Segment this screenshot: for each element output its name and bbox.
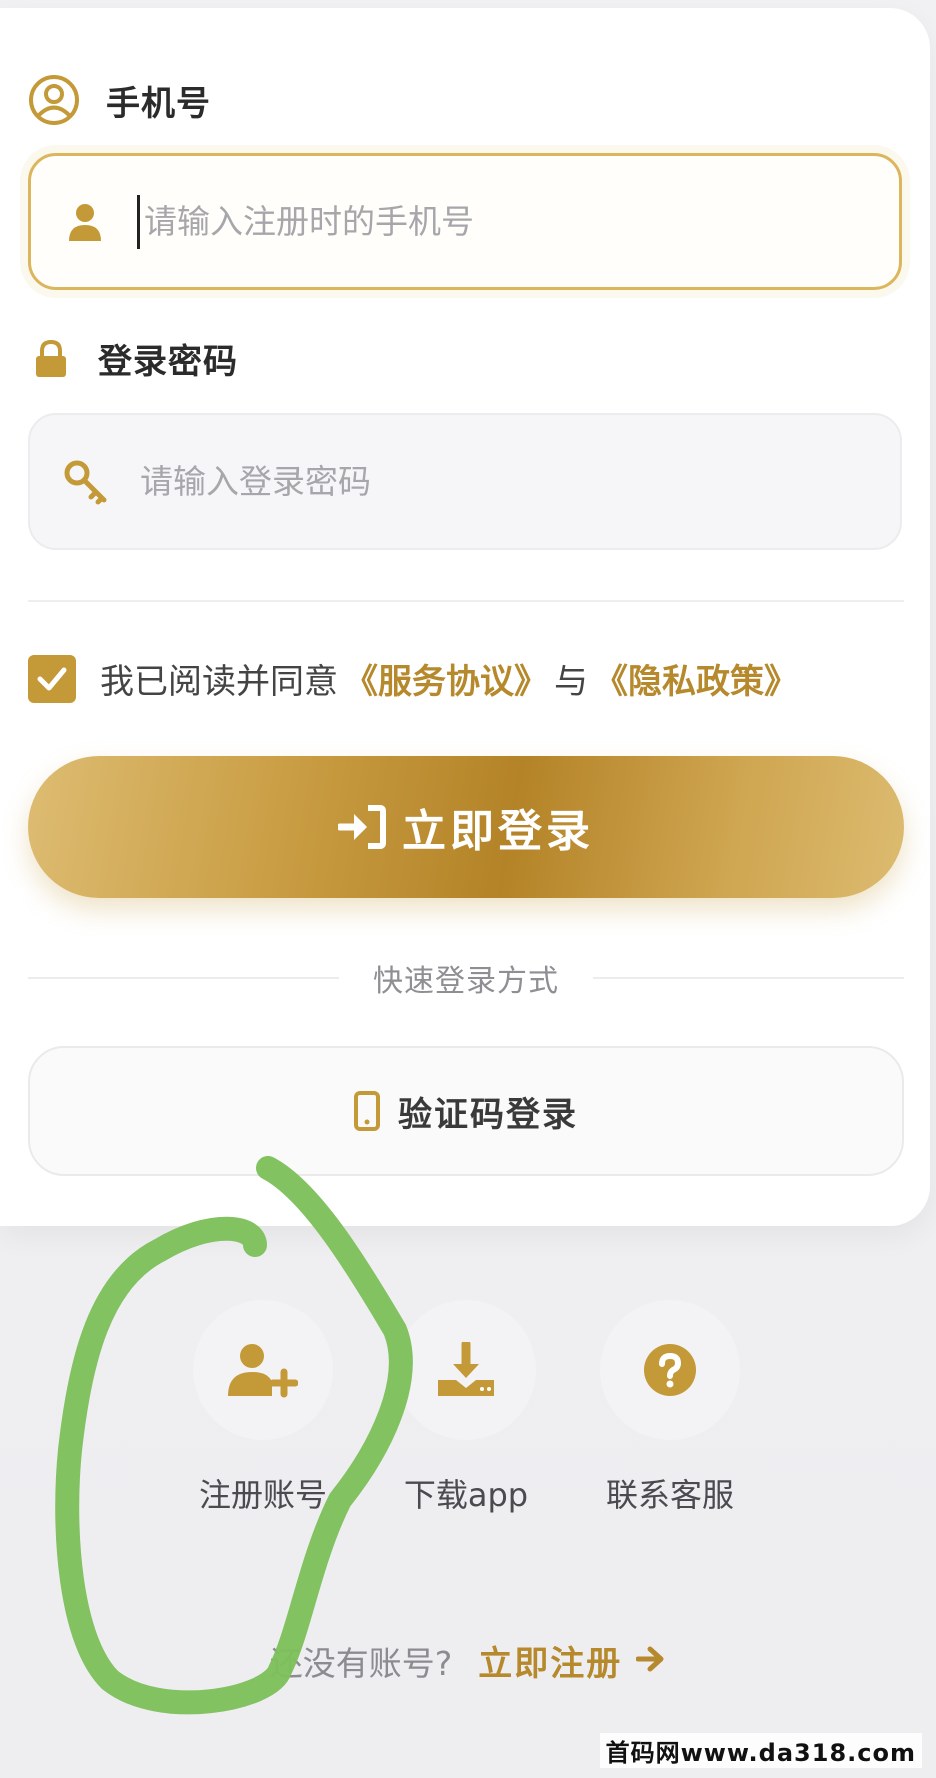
watermark: 首码网www.da318.com xyxy=(599,1733,922,1768)
agreement-row: 我已阅读并同意 《服务协议》 与 《隐私政策》 xyxy=(28,654,804,703)
question-circle-icon xyxy=(644,1344,696,1396)
phone-label: 手机号 xyxy=(106,83,211,124)
register-account-label: 注册账号 xyxy=(198,1476,327,1514)
login-button-label: 立即登录 xyxy=(402,807,594,856)
privacy-policy-link[interactable]: 《隐私政策》 xyxy=(594,654,798,703)
signup-prompt: 还没有账号? 立即注册 xyxy=(0,1636,936,1685)
sign-in-icon xyxy=(338,805,386,849)
user-plus-icon xyxy=(228,1344,298,1398)
divider xyxy=(28,600,904,602)
download-app-action[interactable]: 下载app xyxy=(381,1300,551,1516)
text-cursor xyxy=(137,194,140,249)
quick-login-text: 快速登录方式 xyxy=(373,964,559,999)
sms-login-button[interactable]: 验证码登录 xyxy=(28,1046,904,1176)
phone-label-row: 手机号 xyxy=(28,74,211,126)
key-icon xyxy=(62,458,110,506)
contact-support-label: 联系客服 xyxy=(605,1476,734,1514)
user-icon xyxy=(65,200,105,244)
arrow-right-icon xyxy=(635,1645,666,1677)
agreement-text: 我已阅读并同意 xyxy=(100,662,338,702)
contact-support-action[interactable]: 联系客服 xyxy=(585,1300,755,1516)
password-label: 登录密码 xyxy=(98,342,238,382)
quick-login-divider: 快速登录方式 xyxy=(28,956,904,1000)
password-input[interactable] xyxy=(138,450,900,513)
download-app-label: 下载app xyxy=(403,1476,529,1514)
service-agreement-link[interactable]: 《服务协议》 xyxy=(344,654,548,703)
login-card: 手机号 登录密码 xyxy=(0,8,930,1226)
user-circle-icon xyxy=(28,74,80,126)
phone-input[interactable] xyxy=(142,190,899,253)
download-icon xyxy=(438,1342,494,1396)
checkmark-icon xyxy=(37,667,67,690)
agreement-checkbox[interactable] xyxy=(28,654,76,703)
mobile-phone-icon xyxy=(354,1091,380,1131)
password-field[interactable] xyxy=(28,413,902,550)
login-button[interactable]: 立即登录 xyxy=(28,756,904,898)
lock-icon xyxy=(34,339,68,379)
register-account-action[interactable]: 注册账号 xyxy=(178,1300,348,1516)
register-now-link[interactable]: 立即注册 xyxy=(478,1636,622,1685)
password-label-row: 登录密码 xyxy=(34,334,238,383)
sms-login-label: 验证码登录 xyxy=(398,1094,578,1135)
agreement-conjunction: 与 xyxy=(554,662,588,702)
no-account-text: 还没有账号? xyxy=(269,1643,453,1683)
phone-field[interactable] xyxy=(28,153,902,290)
